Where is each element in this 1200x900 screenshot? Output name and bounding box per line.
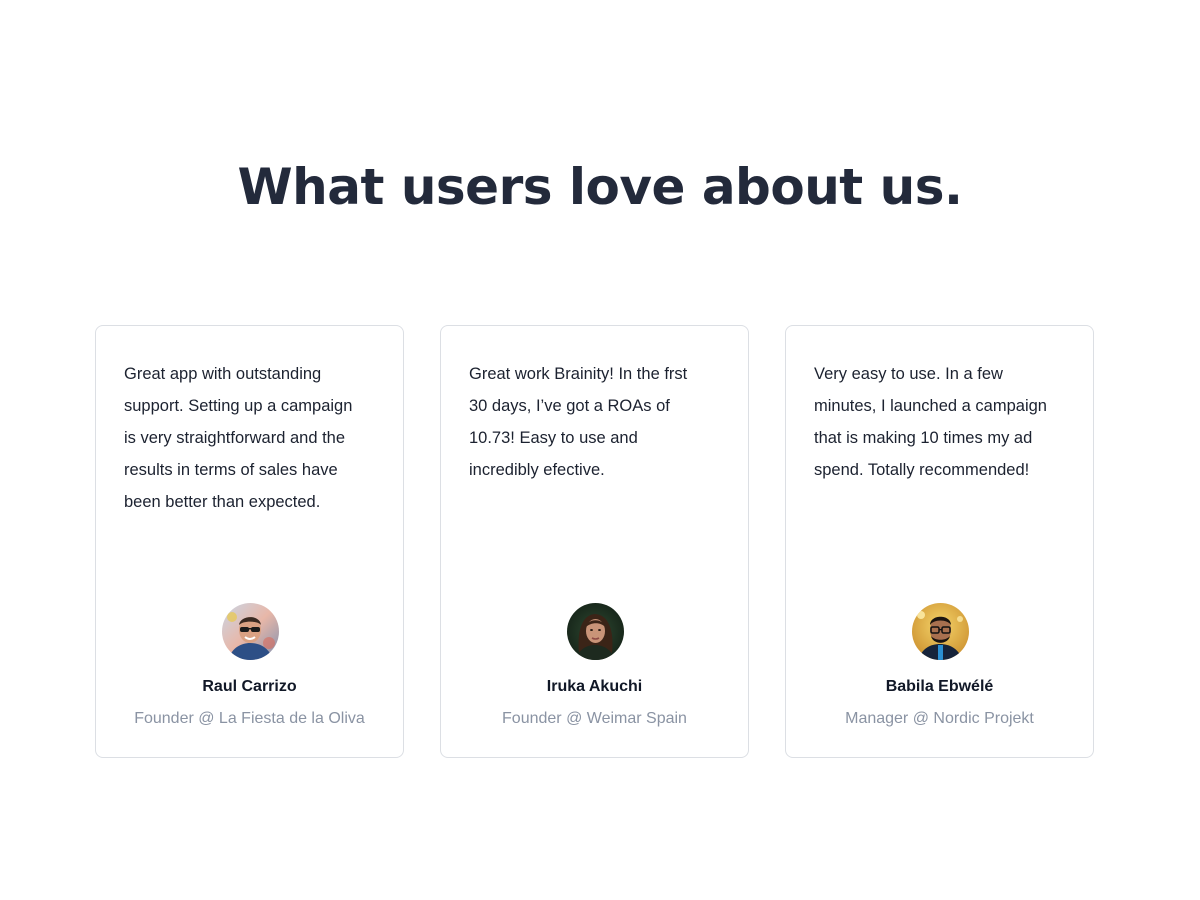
section-title: What users love about us. <box>237 158 963 216</box>
avatar-man-glasses-icon <box>912 603 969 660</box>
avatar <box>912 603 969 660</box>
testimonial-card: Great app with outstanding support. Sett… <box>95 325 404 758</box>
avatar-woman-icon <box>567 603 624 660</box>
testimonial-card: Great work Brainity! In the frst 30 days… <box>440 325 749 758</box>
person-role: Manager @ Nordic Projekt <box>845 710 1034 727</box>
avatar-man-sunglasses-icon <box>222 603 279 660</box>
testimonial-card: Very easy to use. In a few minutes, I la… <box>785 325 1094 758</box>
person-role: Founder @ Weimar Spain <box>502 710 687 727</box>
testimonial-cards: Great app with outstanding support. Sett… <box>95 325 1094 758</box>
avatar <box>222 603 279 660</box>
testimonials-section: What users love about us. Great app with… <box>0 0 1200 900</box>
testimonial-quote: Great app with outstanding support. Sett… <box>124 365 353 511</box>
avatar <box>567 603 624 660</box>
person-name: Babila Ebwélé <box>885 678 994 695</box>
person-name: Iruka Akuchi <box>546 678 643 695</box>
person-role: Founder @ La Fiesta de la Oliva <box>134 710 365 727</box>
testimonial-quote: Great work Brainity! In the frst 30 days… <box>469 365 688 479</box>
testimonial-quote: Very easy to use. In a few minutes, I la… <box>814 365 1047 479</box>
person-name: Raul Carrizo <box>202 678 297 695</box>
